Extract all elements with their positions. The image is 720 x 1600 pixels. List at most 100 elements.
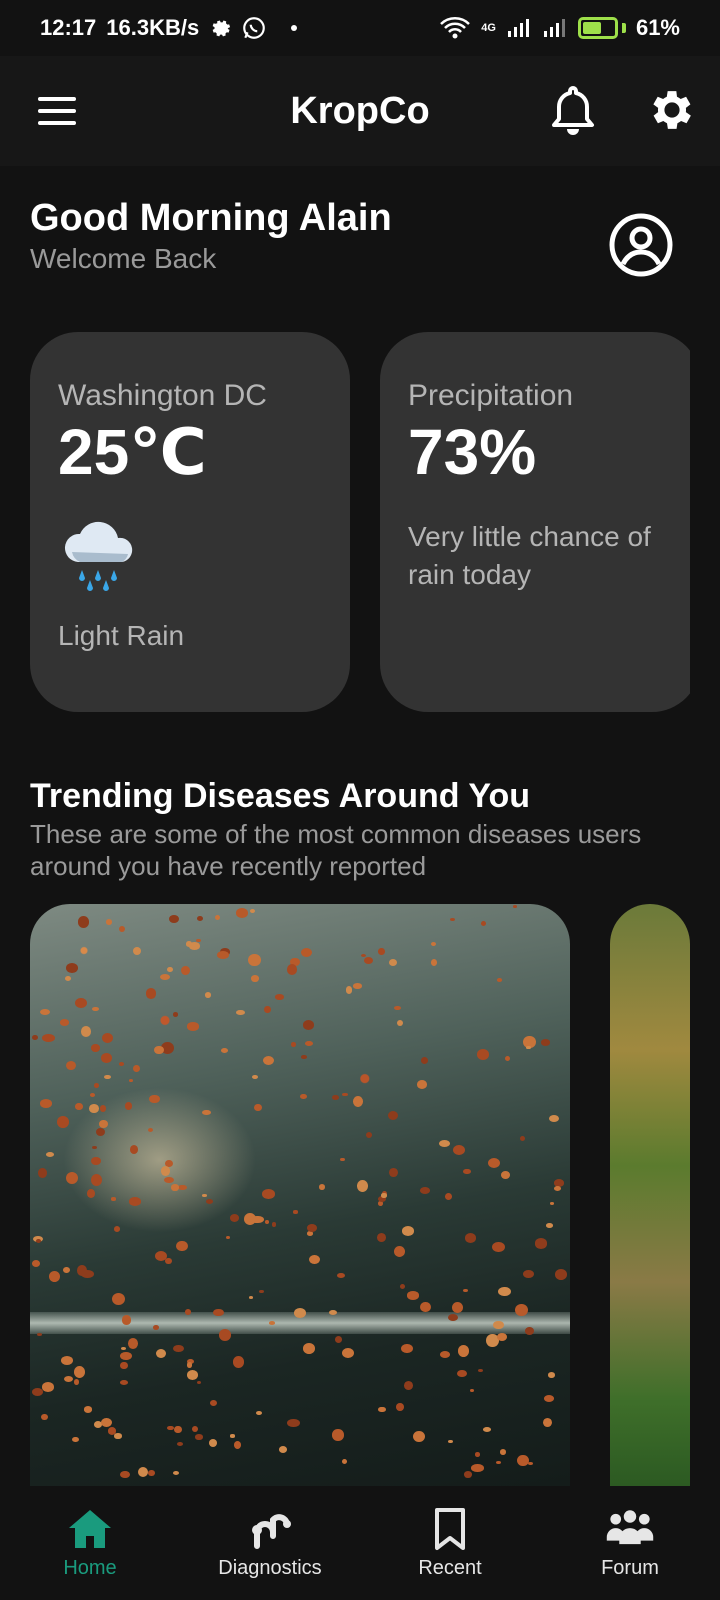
rust-spot	[381, 1193, 387, 1198]
disease-image-card-2[interactable]	[610, 904, 690, 1486]
rust-spot	[431, 942, 437, 947]
signal-icon-2	[543, 19, 565, 37]
rust-spot	[66, 1171, 79, 1184]
rust-spot	[496, 1461, 501, 1464]
rust-spot	[181, 965, 191, 976]
notification-dot	[291, 25, 298, 31]
rust-spot	[501, 1171, 511, 1180]
forum-icon	[606, 1510, 654, 1545]
rust-spot	[377, 1201, 384, 1206]
nav-recent[interactable]: Recent	[360, 1490, 540, 1600]
rust-spot	[259, 1289, 264, 1294]
rust-spot	[457, 1345, 470, 1358]
rust-spot	[248, 1295, 254, 1299]
rust-spot	[100, 1417, 113, 1428]
rust-spot	[173, 1344, 184, 1352]
rust-spot	[279, 1446, 288, 1453]
rust-spot	[145, 988, 157, 999]
rust-spot	[302, 1019, 315, 1030]
rust-spot	[77, 1265, 88, 1276]
rust-spot	[430, 959, 438, 967]
rust-spot	[195, 1434, 203, 1440]
rust-spot	[291, 1042, 296, 1047]
gear-icon[interactable]	[646, 84, 698, 136]
rust-spot	[124, 1101, 133, 1110]
whatsapp-icon	[243, 17, 266, 39]
rust-spot	[462, 1168, 471, 1175]
rust-spot	[220, 1048, 229, 1054]
rust-spot	[128, 1078, 134, 1082]
rust-spot	[83, 1406, 93, 1413]
rust-spot	[167, 1425, 174, 1431]
rust-spot	[420, 1057, 429, 1065]
rust-spot	[111, 1293, 125, 1306]
rust-spot	[378, 948, 385, 955]
nav-forum[interactable]: Forum	[540, 1490, 720, 1600]
rust-spot	[412, 1430, 425, 1442]
rust-spot	[235, 908, 248, 918]
rust-spot	[553, 1186, 561, 1192]
nav-label-home: Home	[63, 1557, 117, 1579]
rain-cloud-icon	[64, 521, 133, 591]
precipitation-card[interactable]: Precipitation 73% Very little chance of …	[380, 332, 690, 712]
rust-spot	[387, 1110, 398, 1120]
rust-spot	[500, 1449, 507, 1455]
rust-spot	[540, 1039, 551, 1046]
precipitation-label: Precipitation	[408, 379, 574, 412]
rust-spot	[341, 1458, 347, 1464]
rust-spot	[523, 1270, 534, 1279]
rust-spot	[357, 1179, 369, 1192]
rust-spot	[301, 947, 313, 957]
profile-icon[interactable]	[608, 212, 674, 278]
rust-spot	[520, 1136, 525, 1141]
rust-spot	[120, 1361, 128, 1370]
rust-spot	[496, 978, 503, 982]
rust-spot	[262, 1189, 275, 1199]
rust-spot	[191, 1425, 198, 1432]
rust-spot	[492, 1241, 506, 1253]
weather-location: Washington DC	[58, 379, 267, 412]
rust-spot	[517, 1454, 529, 1466]
rust-spot	[447, 1314, 458, 1321]
rust-spot	[137, 1466, 149, 1478]
rust-spot	[41, 1413, 49, 1421]
battery-percent: 61%	[635, 15, 680, 40]
rust-spot	[154, 1045, 165, 1055]
rust-spot	[534, 1238, 548, 1249]
rust-spot	[233, 1441, 241, 1449]
rust-spot	[444, 1192, 453, 1201]
trending-title: Trending Diseases Around You	[30, 777, 531, 815]
nav-diagnostics[interactable]: Diagnostics	[180, 1490, 360, 1600]
rust-spot	[406, 1291, 419, 1300]
nav-home[interactable]: Home	[0, 1490, 180, 1600]
rust-spot	[149, 1094, 160, 1104]
weather-card[interactable]: Washington DC 25℃ Light Rain	[30, 332, 350, 712]
rust-spot	[127, 1337, 138, 1349]
rust-spot	[243, 1213, 257, 1226]
rust-spot	[340, 1157, 345, 1161]
disease-image-card[interactable]	[30, 904, 570, 1486]
nav-label-forum: Forum	[601, 1557, 659, 1579]
rust-spot	[128, 1197, 141, 1206]
rust-spot	[268, 1320, 276, 1325]
disease-carousel[interactable]	[30, 904, 690, 1486]
rust-spot	[229, 1214, 240, 1223]
rust-spot	[219, 1329, 232, 1341]
rust-spot	[401, 1225, 415, 1236]
menu-icon[interactable]	[38, 97, 76, 125]
rust-spot	[107, 1427, 117, 1435]
greeting-title: Good Morning Alain	[30, 197, 392, 239]
rust-spot	[155, 1348, 167, 1359]
rust-spot	[86, 1189, 95, 1198]
rust-spot	[168, 914, 180, 924]
rust-spot	[60, 1019, 70, 1026]
rust-spot	[91, 1145, 97, 1150]
rust-spot	[449, 918, 455, 922]
rust-spot	[397, 1019, 404, 1026]
bell-icon[interactable]	[548, 84, 598, 138]
rust-spot	[186, 1369, 198, 1380]
rust-spot	[171, 1184, 179, 1191]
rust-spot	[161, 1166, 171, 1176]
rust-spot	[526, 1045, 531, 1049]
rust-spot	[543, 1417, 553, 1427]
